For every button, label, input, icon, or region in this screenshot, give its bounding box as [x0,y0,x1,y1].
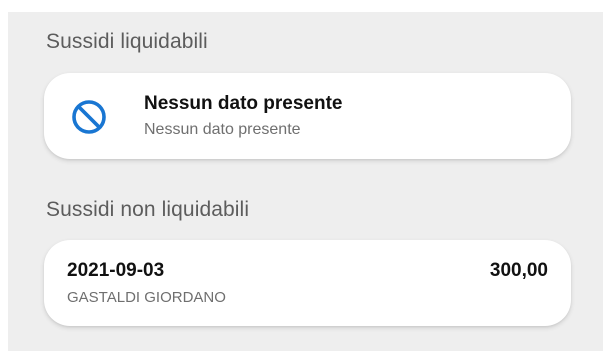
empty-state-subtitle: Nessun dato presente [144,121,301,138]
subsidy-amount: 300,00 [489,260,548,281]
subsidy-beneficiary-name: GASTALDI GIORDANO [67,289,226,306]
section-title-liquidabili: Sussidi liquidabili [46,30,208,53]
subsidy-date: 2021-09-03 [67,260,165,281]
block-icon [72,100,106,134]
empty-state-title: Nessun dato presente [144,93,343,114]
empty-state-card: Nessun dato presente Nessun dato present… [44,73,571,159]
subsidy-list-item[interactable]: 2021-09-03 300,00 GASTALDI GIORDANO [44,240,571,326]
section-title-non-liquidabili: Sussidi non liquidabili [46,198,250,221]
